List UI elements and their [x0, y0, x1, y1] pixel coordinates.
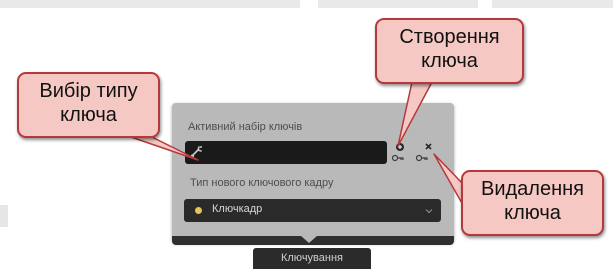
callout-key-type-selection: Вибір типу ключа: [17, 72, 160, 138]
callout-key-creation: Створення ключа: [375, 18, 524, 84]
callout-key-deletion: Видалення ключа: [461, 170, 604, 236]
add-keying-set-button[interactable]: [389, 141, 411, 165]
keying-tab-button[interactable]: Ключування: [253, 248, 371, 269]
callout-line: Вибір типу: [39, 80, 138, 102]
chevron-down-icon: [425, 209, 433, 214]
top-border-strip: [0, 0, 613, 10]
delete-key-icon: [415, 143, 432, 162]
new-keyframe-type-label: Тип нового ключового кадру: [190, 177, 334, 189]
keyframe-dot-icon: [195, 207, 202, 214]
screenshot-canvas: Активний набір ключів Тип нового ключово…: [0, 0, 613, 269]
callout-line: ключа: [60, 104, 117, 126]
top-strip-segment: [0, 0, 300, 8]
top-strip-segment: [492, 0, 613, 8]
delete-keying-set-button[interactable]: [413, 141, 435, 165]
callout-line: ключа: [421, 50, 478, 72]
top-strip-segment: [318, 0, 478, 8]
active-keying-set-label: Активний набір ключів: [188, 121, 303, 133]
callout-line: ключа: [504, 202, 561, 224]
callout-line: Створення: [399, 26, 500, 48]
new-keyframe-type-value: Ключкадр: [212, 203, 263, 215]
add-key-icon: [391, 143, 404, 162]
key-icon: [189, 144, 205, 160]
active-keying-set-field[interactable]: [185, 141, 387, 164]
new-keyframe-type-select[interactable]: Ключкадр: [184, 199, 441, 222]
popover-arrow: [300, 235, 318, 243]
callout-line: Видалення: [480, 178, 585, 200]
left-edge-stub: [0, 205, 8, 227]
